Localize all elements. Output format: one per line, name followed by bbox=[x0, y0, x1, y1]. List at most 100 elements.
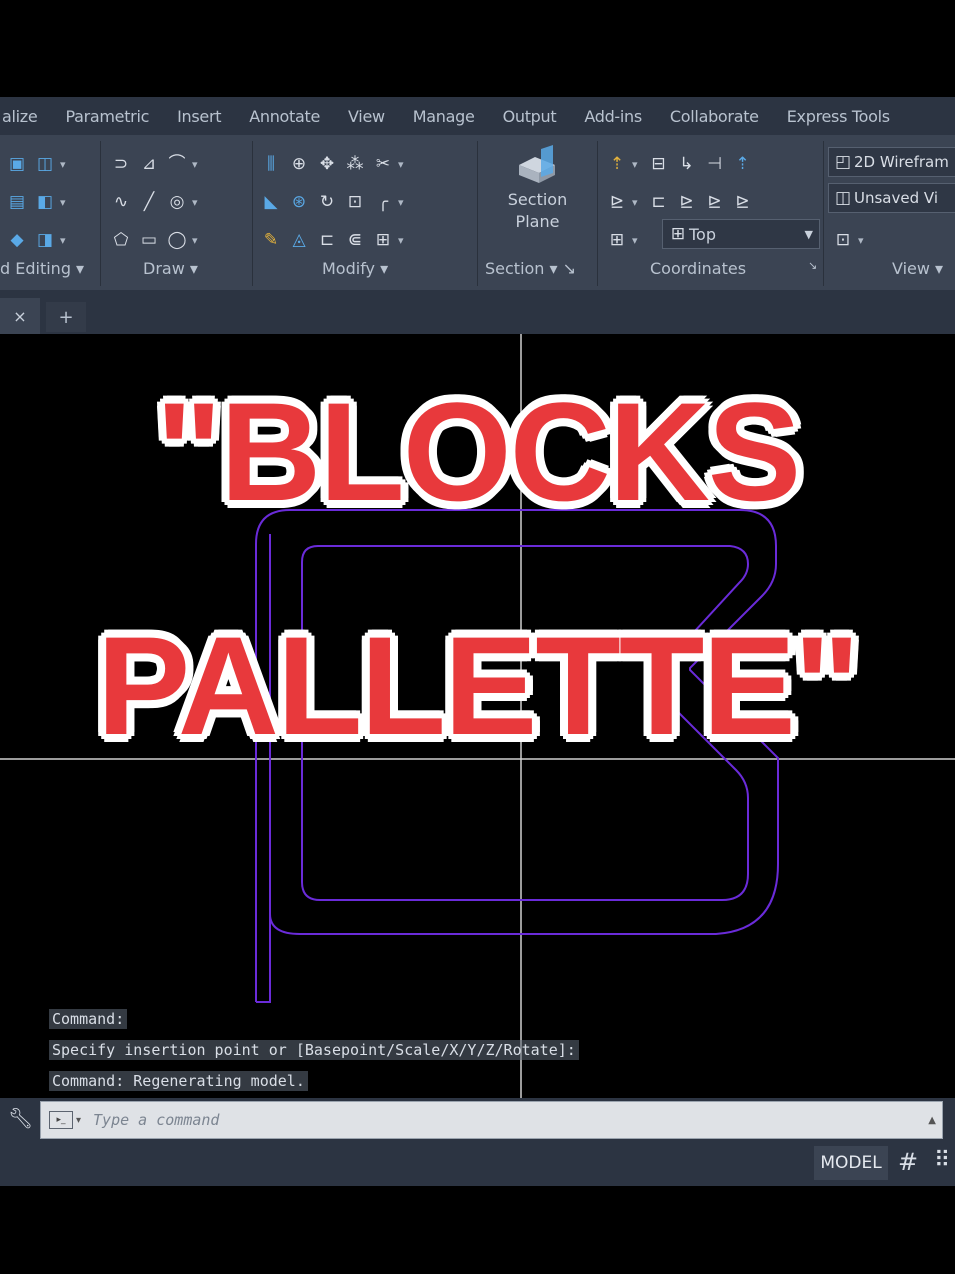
command-history-line: Command: Regenerating model. bbox=[49, 1071, 308, 1091]
rectangle-icon[interactable]: ▭ bbox=[138, 229, 160, 251]
view-extents-row: ⊡ ▾ bbox=[832, 225, 868, 255]
chevron-down-icon: ▼ bbox=[804, 227, 813, 241]
tab-add-ins[interactable]: Add-ins bbox=[570, 107, 656, 126]
rotate-icon[interactable]: ↻ bbox=[316, 191, 338, 213]
command-line-bar: 🔧︎ ▸_ ▾ Type a command ▲ bbox=[0, 1098, 955, 1140]
ucs-world-icon[interactable]: ⊟ bbox=[648, 153, 670, 175]
grid-icon[interactable]: # bbox=[898, 1148, 918, 1176]
ucs-icon[interactable]: ⇡ bbox=[606, 153, 628, 175]
named-view-dropdown[interactable]: ⊞ Top ▼ bbox=[662, 219, 820, 249]
ucs-z-icon[interactable]: ⊵ bbox=[704, 191, 726, 213]
panel-title-view[interactable]: View ▾ bbox=[892, 259, 943, 278]
model-space-button[interactable]: MODEL bbox=[814, 1146, 888, 1180]
extrude-faces-icon[interactable]: ◧ bbox=[34, 191, 56, 213]
3d-array-icon[interactable]: ⊛ bbox=[288, 191, 310, 213]
ucs-y-icon[interactable]: ⊵ bbox=[676, 191, 698, 213]
extract-edges-icon[interactable]: ◫ bbox=[34, 153, 56, 175]
chevron-down-icon[interactable]: ▾ bbox=[192, 158, 198, 171]
explode-icon[interactable]: ⊞ bbox=[372, 229, 394, 251]
separate-icon[interactable]: ◨ bbox=[34, 229, 56, 251]
ucs-3point-icon[interactable]: ⊵ bbox=[732, 191, 754, 213]
chevron-down-icon[interactable]: ▾ bbox=[858, 234, 864, 247]
command-input[interactable]: ▸_ ▾ Type a command ▲ bbox=[40, 1101, 943, 1139]
move-icon[interactable]: ✥ bbox=[316, 153, 338, 175]
section-plane-icon bbox=[515, 143, 561, 189]
tab-annotate[interactable]: Annotate bbox=[235, 107, 334, 126]
top-black-band bbox=[0, 0, 955, 97]
erase-icon[interactable]: ✎ bbox=[260, 229, 282, 251]
section-plane-button[interactable]: Section Plane bbox=[490, 143, 585, 233]
tab-express-tools[interactable]: Express Tools bbox=[773, 107, 904, 126]
polygon-icon[interactable]: ⬠ bbox=[110, 229, 132, 251]
drawing-tab-close-button[interactable]: × bbox=[0, 298, 40, 334]
tab-output[interactable]: Output bbox=[489, 107, 571, 126]
chevron-down-icon[interactable]: ▾ bbox=[398, 196, 404, 209]
chevron-down-icon[interactable]: ▾ bbox=[192, 234, 198, 247]
chevron-down-icon[interactable]: ▾ bbox=[398, 234, 404, 247]
offset-icon[interactable]: ⋐ bbox=[344, 229, 366, 251]
tab-manage[interactable]: Manage bbox=[399, 107, 489, 126]
panel-title-coordinates[interactable]: Coordinates bbox=[650, 259, 746, 278]
snap-icon[interactable]: ⠿ bbox=[934, 1148, 950, 1173]
command-prompt-icon[interactable]: ▸_ bbox=[49, 1111, 73, 1129]
chevron-down-icon[interactable]: ▾ bbox=[60, 158, 66, 171]
chevron-down-icon[interactable]: ▾ bbox=[60, 234, 66, 247]
chevron-down-icon[interactable]: ▾ bbox=[632, 234, 638, 247]
3d-polyline-icon[interactable]: ⊿ bbox=[138, 153, 160, 175]
top-view-icon: ⊞ bbox=[670, 223, 686, 244]
line-icon[interactable]: ╱ bbox=[138, 191, 160, 213]
3d-rotate-icon[interactable]: ⊕ bbox=[288, 153, 310, 175]
scale-icon[interactable]: ⊡ bbox=[344, 191, 366, 213]
visual-style-dropdown[interactable]: ◰ 2D Wirefram bbox=[828, 147, 955, 177]
chevron-down-icon[interactable]: ▾ bbox=[76, 1115, 81, 1126]
ucs-origin-icon[interactable]: ↳ bbox=[676, 153, 698, 175]
panel-title-modify[interactable]: Modify ▾ bbox=[322, 259, 388, 278]
new-drawing-tab-button[interactable]: + bbox=[46, 302, 86, 332]
panel-title-section[interactable]: Section ▾ ↘ bbox=[485, 259, 576, 278]
union-icon[interactable]: ▣ bbox=[6, 153, 28, 175]
intersect-icon[interactable]: ◆ bbox=[6, 229, 28, 251]
panel-divider bbox=[100, 141, 101, 286]
array-icon[interactable]: ⁂ bbox=[344, 153, 366, 175]
ucs-view-icon[interactable]: ⊣ bbox=[704, 153, 726, 175]
3d-mirror-icon[interactable]: ◬ bbox=[288, 229, 310, 251]
saved-view-dropdown[interactable]: ◫ Unsaved Vi bbox=[828, 183, 955, 213]
bottom-black-band bbox=[0, 1186, 955, 1274]
stretch-icon[interactable]: ⊏ bbox=[316, 229, 338, 251]
fillet-icon[interactable]: ╭ bbox=[372, 191, 394, 213]
ucs-named-icon[interactable]: ⊵ bbox=[606, 191, 628, 213]
overlay-title-line-1: "BLOCKS bbox=[155, 373, 801, 530]
align-icon[interactable]: ◣ bbox=[260, 191, 282, 213]
chevron-down-icon[interactable]: ▾ bbox=[192, 196, 198, 209]
ucs-x-icon[interactable]: ⊏ bbox=[648, 191, 670, 213]
trim-icon[interactable]: ✂ bbox=[372, 153, 394, 175]
panel-solid-editing: ▣ ◫ ▾ ▤ ◧ ▾ ◆ ◨ ▾ bbox=[6, 141, 98, 251]
tab-view[interactable]: View bbox=[334, 107, 399, 126]
panel-modify: ⫼ ⊕ ✥ ⁂ ✂ ▾ ◣ ⊛ ↻ ⊡ ╭ ▾ ✎ ◬ ⊏ ⋐ ⊞ ▾ bbox=[260, 141, 475, 251]
tab-parametric[interactable]: Parametric bbox=[51, 107, 163, 126]
chevron-down-icon[interactable]: ▾ bbox=[398, 158, 404, 171]
mirror-icon[interactable]: ⫼ bbox=[260, 153, 282, 175]
subtract-icon[interactable]: ▤ bbox=[6, 191, 28, 213]
ucs-manager-icon[interactable]: ⊞ bbox=[606, 229, 628, 251]
zoom-extents-icon[interactable]: ⊡ bbox=[832, 229, 854, 251]
tab-visualize[interactable]: alize bbox=[0, 107, 51, 126]
chevron-down-icon[interactable]: ▾ bbox=[632, 158, 638, 171]
panel-title-draw[interactable]: Draw ▾ bbox=[143, 259, 198, 278]
saved-view-icon: ◫ bbox=[834, 187, 852, 208]
chevron-up-icon[interactable]: ▲ bbox=[928, 1115, 936, 1126]
polyline-icon[interactable]: ⊃ bbox=[110, 153, 132, 175]
ucs-object-icon[interactable]: ⇡ bbox=[732, 153, 754, 175]
ellipse-icon[interactable]: ◯ bbox=[166, 229, 188, 251]
tab-collaborate[interactable]: Collaborate bbox=[656, 107, 773, 126]
chevron-down-icon[interactable]: ▾ bbox=[632, 196, 638, 209]
chevron-down-icon[interactable]: ▾ bbox=[60, 196, 66, 209]
tab-insert[interactable]: Insert bbox=[163, 107, 235, 126]
arc-icon[interactable]: ⌒ bbox=[166, 153, 188, 175]
panel-launcher-icon[interactable]: ↘ bbox=[808, 259, 817, 272]
circle-icon[interactable]: ◎ bbox=[166, 191, 188, 213]
customize-wrench-icon[interactable]: 🔧︎ bbox=[8, 1106, 33, 1130]
panel-title-solid-editing[interactable]: d Editing ▾ bbox=[0, 259, 84, 278]
spline-icon[interactable]: ∿ bbox=[110, 191, 132, 213]
panel-draw: ⊃ ⊿ ⌒ ▾ ∿ ╱ ◎ ▾ ⬠ ▭ ◯ ▾ bbox=[110, 141, 250, 251]
